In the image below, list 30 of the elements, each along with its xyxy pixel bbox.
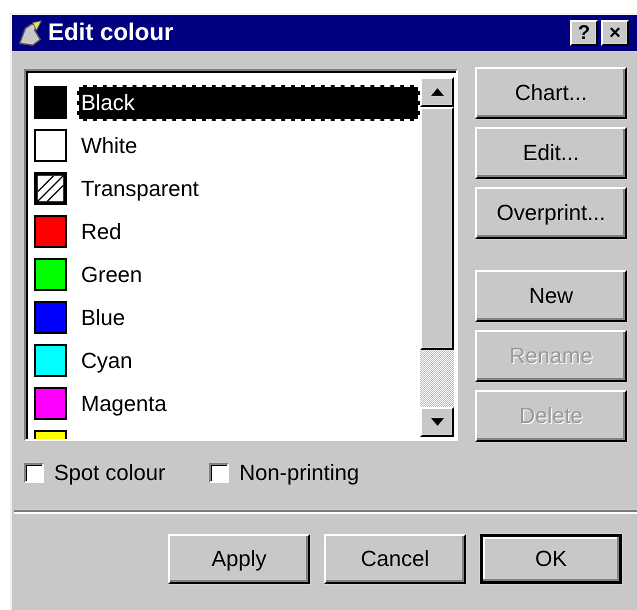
transparent-swatch-icon <box>34 172 67 205</box>
colour-item[interactable]: Red <box>77 214 420 250</box>
colour-item[interactable]: Black <box>77 84 420 120</box>
dialog-button[interactable]: Edit... <box>475 127 627 179</box>
colour-item[interactable]: Blue <box>77 300 420 336</box>
scrollbar[interactable] <box>420 77 454 437</box>
dialog-button[interactable]: Cancel <box>324 534 466 584</box>
checkbox[interactable] <box>209 463 230 483</box>
checkbox[interactable] <box>24 463 44 483</box>
dialog-button[interactable]: Chart... <box>475 67 627 119</box>
checkbox-label: Spot colour <box>54 460 166 486</box>
dialog-button[interactable]: New <box>475 270 627 322</box>
down-arrow-icon <box>430 418 444 426</box>
colour-item[interactable]: White <box>77 128 420 164</box>
colour-item[interactable]: Transparent <box>77 170 420 206</box>
scroll-down-button[interactable] <box>420 407 454 437</box>
window-title: Edit colour <box>48 19 174 47</box>
colour-item[interactable]: Magenta <box>77 386 420 422</box>
dialog-button[interactable]: Apply <box>168 534 310 584</box>
dialog-button[interactable]: Overprint... <box>475 187 627 239</box>
up-arrow-icon <box>430 88 444 96</box>
help-button[interactable]: ? <box>570 20 598 46</box>
colour-item[interactable]: Cyan <box>77 342 420 378</box>
scroll-up-button[interactable] <box>420 77 454 107</box>
scroll-thumb[interactable] <box>420 107 454 350</box>
dialog-button[interactable]: OK <box>480 534 622 584</box>
checkbox-label: Non-printing <box>239 460 360 486</box>
close-button[interactable]: × <box>601 20 629 46</box>
app-icon <box>16 19 44 47</box>
colour-item[interactable]: Green <box>77 256 420 292</box>
